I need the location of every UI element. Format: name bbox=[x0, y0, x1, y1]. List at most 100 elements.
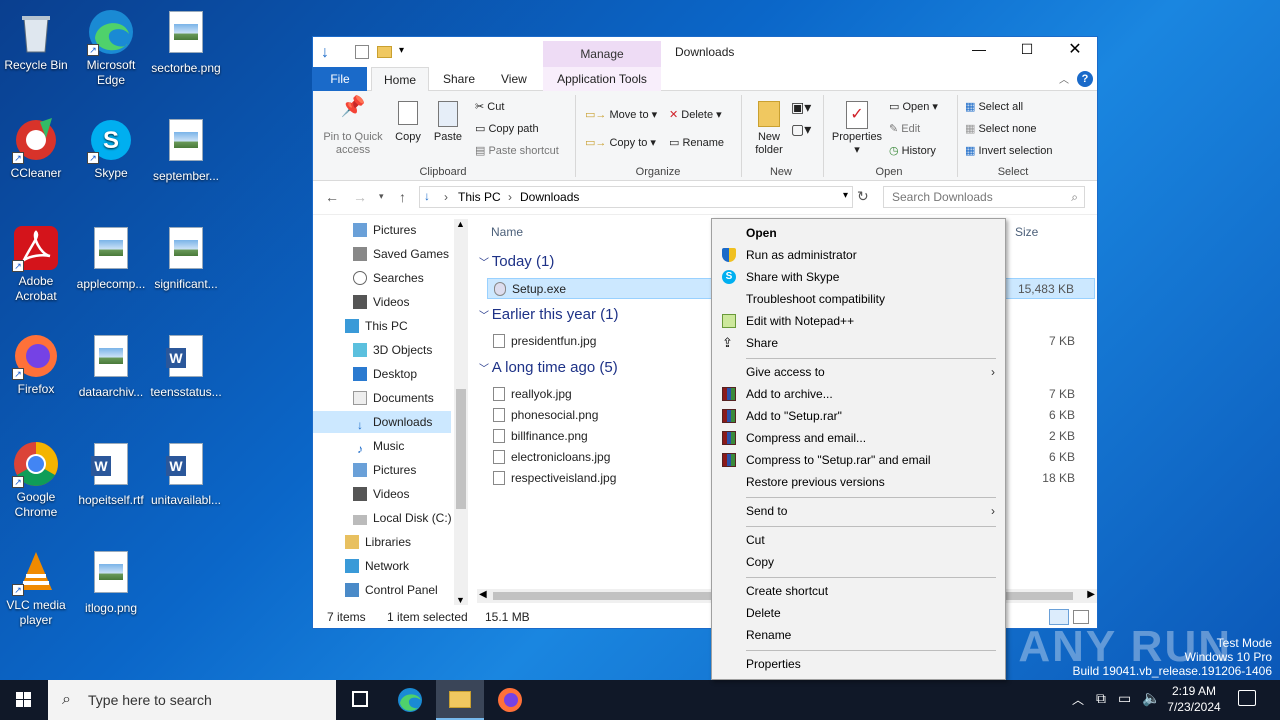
nav-pictures[interactable]: Pictures bbox=[313, 219, 453, 241]
desktop-icon-dataarchiv[interactable]: dataarchiv... bbox=[75, 332, 147, 400]
show-hidden-icons-chevron[interactable]: ︿ bbox=[1072, 691, 1084, 708]
desktop-icon-applecomp[interactable]: applecomp... bbox=[75, 224, 147, 292]
rename-button[interactable]: ▭ Rename bbox=[669, 137, 724, 150]
tab-application-tools[interactable]: Application Tools bbox=[543, 67, 661, 91]
nav-searches[interactable]: Searches bbox=[313, 267, 453, 289]
desktop-icon-skype[interactable]: S ↗ Skype bbox=[75, 116, 147, 181]
paste-shortcut-button[interactable]: ▤ Paste shortcut bbox=[475, 145, 559, 158]
menu-item-compress-email[interactable]: Compress and email... bbox=[712, 427, 1005, 449]
copy-to-button[interactable]: ▭→ Copy to ▾ bbox=[585, 137, 656, 150]
column-header-size[interactable]: Size bbox=[1015, 225, 1038, 239]
breadcrumb-this-pc[interactable]: This PC bbox=[458, 190, 501, 204]
delete-button[interactable]: ✕ Delete ▾ bbox=[669, 109, 722, 122]
nav-downloads[interactable]: ↓ Downloads bbox=[313, 411, 451, 433]
menu-item-add-to-setup-rar[interactable]: Add to "Setup.rar" bbox=[712, 405, 1005, 427]
desktop-icon-firefox[interactable]: ↗ Firefox bbox=[0, 332, 72, 397]
nav-videos-2[interactable]: Videos bbox=[313, 483, 453, 505]
menu-item-add-to-archive[interactable]: Add to archive... bbox=[712, 383, 1005, 405]
device-icon[interactable]: ⧉ bbox=[1096, 690, 1106, 707]
menu-item-troubleshoot[interactable]: Troubleshoot compatibility bbox=[712, 288, 1005, 310]
volume-icon[interactable]: 🔈 bbox=[1142, 689, 1161, 707]
menu-item-properties[interactable]: Properties bbox=[712, 653, 1005, 675]
clock[interactable]: 2:19 AM 7/23/2024 bbox=[1162, 683, 1226, 715]
desktop-icon-adobe-acrobat[interactable]: ↗ Adobe Acrobat bbox=[0, 224, 72, 304]
taskbar-file-explorer[interactable] bbox=[436, 680, 484, 720]
search-box[interactable]: Search Downloads ⌕ bbox=[883, 186, 1085, 208]
desktop-icon-significant[interactable]: significant... bbox=[150, 224, 222, 292]
forward-arrow-icon[interactable]: → bbox=[353, 189, 367, 205]
start-button[interactable] bbox=[0, 680, 48, 720]
move-to-button[interactable]: ▭→ Move to ▾ bbox=[585, 109, 657, 122]
scroll-left-icon[interactable]: ◀ bbox=[479, 589, 487, 600]
tab-view[interactable]: View bbox=[489, 67, 539, 91]
nav-pictures-2[interactable]: Pictures bbox=[313, 459, 453, 481]
menu-item-delete[interactable]: Delete bbox=[712, 602, 1005, 624]
easy-access-button[interactable]: ▢▾ bbox=[791, 122, 811, 136]
group-header-earlier-this-year[interactable]: ﹀ Earlier this year (1) bbox=[479, 306, 618, 323]
group-header-today[interactable]: ﹀ Today (1) bbox=[479, 253, 554, 270]
network-tray-icon[interactable]: ▭ bbox=[1118, 690, 1131, 707]
desktop-icon-itlogo[interactable]: itlogo.png bbox=[75, 548, 147, 616]
copy-button[interactable]: Copy bbox=[391, 101, 425, 144]
select-none-button[interactable]: ▦ Select none bbox=[965, 123, 1037, 136]
scroll-right-icon[interactable]: ▶ bbox=[1087, 589, 1095, 600]
menu-item-give-access[interactable]: Give access to › bbox=[712, 361, 1005, 383]
desktop-icon-hopeitself[interactable]: hopeitself.rtf bbox=[75, 440, 147, 508]
taskbar-firefox[interactable] bbox=[486, 680, 534, 720]
menu-item-share[interactable]: ⇪ Share bbox=[712, 332, 1005, 354]
desktop-icon-teensstatus[interactable]: teensstatus... bbox=[150, 332, 222, 400]
collapse-ribbon-icon[interactable]: ︿ bbox=[1059, 71, 1069, 86]
tab-file[interactable]: File bbox=[313, 67, 367, 91]
nav-saved-games[interactable]: Saved Games bbox=[313, 243, 453, 265]
notifications-icon[interactable] bbox=[1238, 690, 1256, 706]
taskbar-search-box[interactable]: ⌕ Type here to search bbox=[48, 680, 336, 720]
refresh-icon[interactable]: ↻ bbox=[857, 188, 869, 205]
menu-item-rename[interactable]: Rename bbox=[712, 624, 1005, 646]
up-arrow-icon[interactable]: ↑ bbox=[399, 189, 406, 205]
nav-network[interactable]: Network bbox=[313, 555, 453, 577]
task-view-button[interactable] bbox=[336, 680, 384, 720]
breadcrumb-downloads[interactable]: Downloads bbox=[520, 190, 579, 204]
invert-selection-button[interactable]: ▦ Invert selection bbox=[965, 145, 1052, 158]
menu-item-create-shortcut[interactable]: Create shortcut bbox=[712, 580, 1005, 602]
menu-item-share-skype[interactable]: S Share with Skype bbox=[712, 266, 1005, 288]
menu-item-send-to[interactable]: Send to › bbox=[712, 500, 1005, 522]
history-button[interactable]: ◷ History bbox=[889, 145, 936, 158]
properties-button[interactable]: ✓ Properties ▾ bbox=[829, 101, 885, 157]
nav-videos[interactable]: Videos bbox=[313, 291, 453, 313]
cut-button[interactable]: ✂ Cut bbox=[475, 101, 504, 114]
group-header-long-time-ago[interactable]: ﹀ A long time ago (5) bbox=[479, 359, 618, 376]
pin-quick-access-button[interactable]: 📌 Pin to Quick access bbox=[319, 97, 387, 157]
nav-local-disk[interactable]: Local Disk (C:) bbox=[313, 507, 453, 529]
menu-item-run-as-admin[interactable]: Run as administrator bbox=[712, 244, 1005, 266]
address-dropdown-icon[interactable]: ▾ bbox=[843, 190, 848, 201]
copy-path-button[interactable]: ▭ Copy path bbox=[475, 123, 539, 136]
desktop-icon-vlc[interactable]: ↗ VLC media player bbox=[0, 548, 72, 628]
nav-control-panel[interactable]: Control Panel bbox=[313, 579, 453, 601]
scroll-down-icon[interactable]: ▼ bbox=[456, 595, 465, 605]
taskbar-edge[interactable] bbox=[386, 680, 434, 720]
desktop-icon-google-chrome[interactable]: ↗ Google Chrome bbox=[0, 440, 72, 520]
nav-libraries[interactable]: Libraries bbox=[313, 531, 453, 553]
nav-desktop[interactable]: Desktop bbox=[313, 363, 453, 385]
desktop-icon-ccleaner[interactable]: ↗ CCleaner bbox=[0, 116, 72, 181]
edit-button[interactable]: ✎ Edit bbox=[889, 123, 920, 136]
open-button[interactable]: ▭ Open ▾ bbox=[889, 101, 938, 114]
recent-chevron-icon[interactable]: ▾ bbox=[379, 191, 384, 202]
minimize-button[interactable]: — bbox=[959, 41, 999, 63]
customize-qat-icon[interactable]: ▾ bbox=[399, 45, 404, 56]
nav-this-pc[interactable]: This PC bbox=[313, 315, 453, 337]
nav-scrollbar[interactable]: ▲ ▼ bbox=[454, 219, 468, 605]
column-header-name[interactable]: Name bbox=[491, 225, 523, 239]
new-item-button[interactable]: ▣▾ bbox=[791, 100, 811, 114]
desktop-icon-unitavailabl[interactable]: unitavailabl... bbox=[150, 440, 222, 508]
back-arrow-icon[interactable]: ← bbox=[325, 189, 339, 205]
nav-3d-objects[interactable]: 3D Objects bbox=[313, 339, 453, 361]
select-all-button[interactable]: ▦ Select all bbox=[965, 101, 1023, 114]
menu-item-cut[interactable]: Cut bbox=[712, 529, 1005, 551]
help-icon[interactable]: ? bbox=[1077, 71, 1093, 87]
menu-item-copy[interactable]: Copy bbox=[712, 551, 1005, 573]
desktop-icon-sectorbe[interactable]: sectorbe.png bbox=[150, 8, 222, 76]
maximize-button[interactable]: ☐ bbox=[1007, 41, 1047, 63]
close-button[interactable]: ✕ bbox=[1055, 39, 1095, 61]
